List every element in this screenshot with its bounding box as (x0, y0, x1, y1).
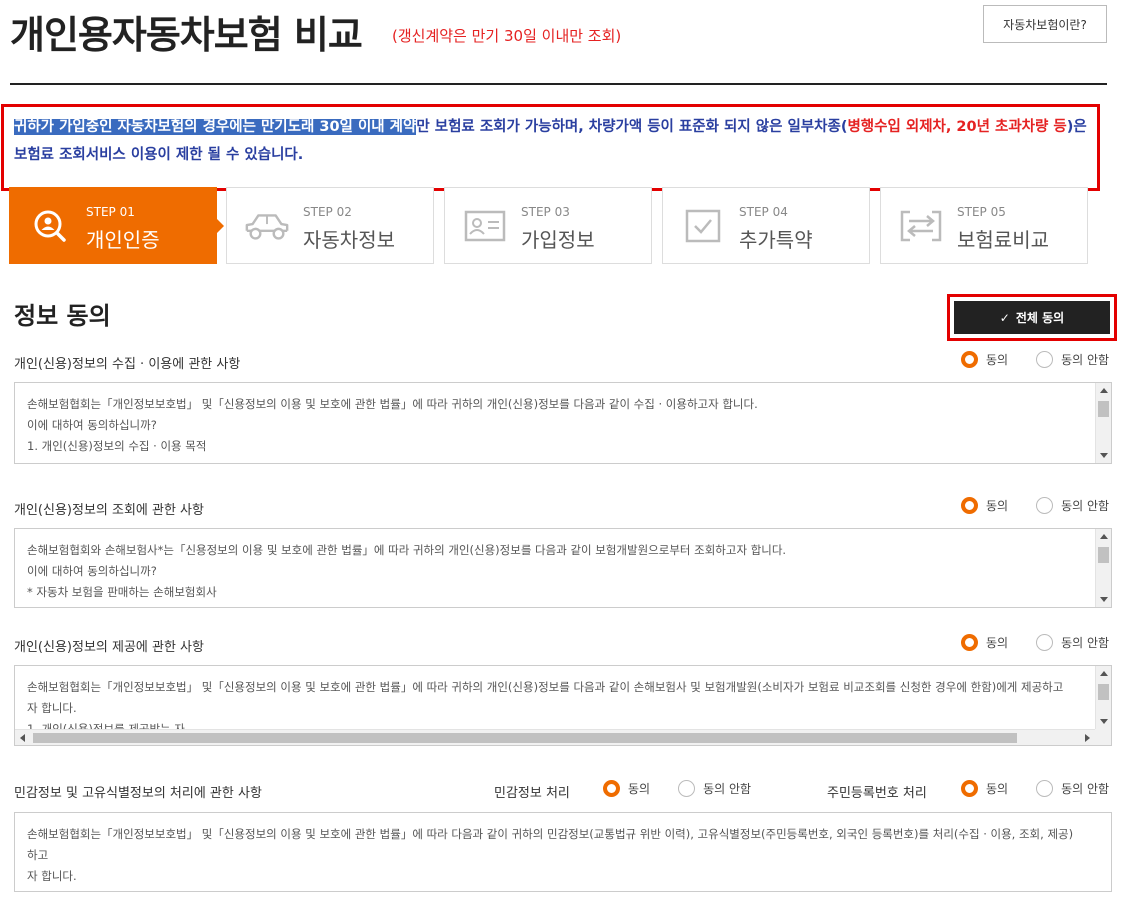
vertical-scrollbar[interactable] (1095, 383, 1111, 463)
consent-label: 민감정보 및 고유식별정보의 처리에 관한 사항 (14, 786, 262, 801)
agree-all-button[interactable]: ✓ 전체 동의 (954, 301, 1110, 334)
step-number: STEP 05 (957, 205, 1006, 219)
radio-dot (961, 351, 978, 368)
checkbox-icon (679, 205, 727, 247)
consent-text-line: 이에 대하여 동의하십니까? (27, 564, 157, 578)
consent-radio-group: 동의 동의 안함 (961, 351, 1109, 368)
agree-radio[interactable]: 동의 (961, 351, 1008, 368)
radio-label: 동의 (986, 353, 1009, 367)
radio-label: 동의 안함 (703, 782, 752, 796)
radio-label: 동의 (628, 782, 651, 796)
consent-text-line: 1. 개인(신용)정보의 수집 · 이용 목적 (27, 439, 207, 453)
consent-text-line: 손해보험협회는「개인정보보호법」 및「신용정보의 이용 및 보호에 관한 법률」… (27, 397, 758, 411)
step-4[interactable]: STEP 04 추가특약 (662, 187, 870, 264)
step-3[interactable]: STEP 03 가입정보 (444, 187, 652, 264)
scroll-corner (1095, 729, 1111, 745)
agree-radio[interactable]: 동의 (961, 634, 1008, 651)
step-name: 보험료비교 (957, 228, 1049, 252)
car-icon (243, 205, 291, 247)
step-number: STEP 04 (739, 205, 788, 219)
radio-label: 동의 (986, 636, 1009, 650)
sensitive-agree-radio[interactable]: 동의 (603, 780, 650, 797)
step-name: 가입정보 (521, 228, 595, 252)
step-name: 자동차정보 (303, 228, 395, 252)
page-title: 개인용자동차보험 비교 (10, 13, 363, 57)
notice-text-1: 만 보험료 조회가 가능하며, 차량가액 등이 표준화 되지 않은 일부차종( (416, 119, 848, 135)
step-name: 개인인증 (86, 228, 160, 252)
rrn-radio-group: 동의 동의 안함 (961, 780, 1109, 797)
radio-dot (1036, 497, 1054, 514)
consent-text-line: 손해보험협회와 손해보험사*는「신용정보의 이용 및 보호에 관한 법률」에 따… (27, 543, 787, 557)
vertical-scrollbar[interactable] (1095, 529, 1111, 607)
radio-label: 동의 안함 (1061, 636, 1110, 650)
radio-dot (961, 780, 978, 797)
section-title: 정보 동의 (14, 302, 111, 330)
id-card-icon (461, 205, 509, 247)
step-number: STEP 02 (303, 205, 352, 219)
consent-text-line: 자 합니다. (27, 701, 77, 715)
step-number: STEP 03 (521, 205, 570, 219)
radio-dot (603, 780, 620, 797)
agree-all-label: 전체 동의 (1015, 311, 1065, 325)
page-subtitle: (갱신계약은 만기 30일 이내만 조회) (392, 27, 622, 45)
disagree-radio[interactable]: 동의 안함 (1036, 351, 1109, 368)
radio-dot (961, 634, 978, 651)
agree-radio[interactable]: 동의 (961, 497, 1008, 514)
vertical-scrollbar[interactable] (1095, 666, 1111, 729)
radio-dot (1036, 634, 1054, 651)
horizontal-scrollbar[interactable] (15, 729, 1095, 745)
sensitive-disagree-radio[interactable]: 동의 안함 (678, 780, 751, 797)
step-progress: STEP 01 개인인증 STEP 02 자동차정보 STEP 03 가입정보 … (9, 187, 1089, 264)
step-2[interactable]: STEP 02 자동차정보 (226, 187, 434, 264)
notice-red-text: 병행수입 외제차, 20년 초과차량 등 (847, 119, 1067, 135)
page-header: 개인용자동차보험 비교 (갱신계약은 만기 30일 이내만 조회) 자동차보험이… (10, 0, 1107, 85)
consent-label: 개인(신용)정보의 제공에 관한 사항 (14, 640, 204, 655)
radio-dot (678, 780, 696, 797)
notice-box: 귀하가 가입중인 자동차보험의 경우에는 만기도래 30일 이내 계약만 보험료… (1, 104, 1100, 191)
consent-radio-group: 동의 동의 안함 (961, 497, 1109, 514)
what-is-car-insurance-button[interactable]: 자동차보험이란? (983, 5, 1107, 43)
consent-radio-group: 동의 동의 안함 (961, 634, 1109, 651)
radio-label: 동의 안함 (1061, 782, 1110, 796)
consent-textbox[interactable]: 손해보험협회는「개인정보보호법」 및「신용정보의 이용 및 보호에 관한 법률」… (14, 665, 1112, 746)
check-icon: ✓ (999, 310, 1010, 325)
step-5[interactable]: STEP 05 보험료비교 (880, 187, 1088, 264)
radio-label: 동의 안함 (1061, 353, 1110, 367)
consent-text-line: 이에 대하여 동의하십니까? (27, 418, 157, 432)
consent-textbox[interactable]: 손해보험협회와 손해보험사*는「신용정보의 이용 및 보호에 관한 법률」에 따… (14, 528, 1112, 608)
consent-textbox[interactable]: 손해보험협회는「개인정보보호법」 및「신용정보의 이용 및 보호에 관한 법률」… (14, 812, 1112, 892)
radio-dot (961, 497, 978, 514)
consent-text-line: 손해보험협회는「개인정보보호법」 및「신용정보의 이용 및 보호에 관한 법률」… (27, 680, 1064, 694)
radio-label: 동의 안함 (1061, 499, 1110, 513)
consent-text-line: * 자동차 보험을 판매하는 손해보험회사 (27, 585, 217, 599)
agree-all-highlight: ✓ 전체 동의 (947, 294, 1117, 341)
sensitive-info-label: 민감정보 처리 (494, 786, 570, 801)
step-number: STEP 01 (86, 205, 135, 219)
consent-label: 개인(신용)정보의 조회에 관한 사항 (14, 503, 204, 518)
radio-dot (1036, 351, 1054, 368)
disagree-radio[interactable]: 동의 안함 (1036, 634, 1109, 651)
radio-label: 동의 (986, 499, 1009, 513)
disagree-radio[interactable]: 동의 안함 (1036, 497, 1109, 514)
rrn-disagree-radio[interactable]: 동의 안함 (1036, 780, 1109, 797)
rrn-label: 주민등록번호 처리 (827, 786, 927, 801)
rrn-agree-radio[interactable]: 동의 (961, 780, 1008, 797)
notice-highlight: 귀하가 가입중인 자동차보험의 경우에는 만기도래 30일 이내 계약 (14, 119, 417, 135)
person-search-icon (26, 205, 74, 247)
consent-text-line: 손해보험협회는「개인정보보호법」 및「신용정보의 이용 및 보호에 관한 법률」… (27, 827, 1074, 862)
compare-arrows-icon (897, 205, 945, 247)
radio-label: 동의 (986, 782, 1009, 796)
consent-text-line: 자 합니다. (27, 869, 77, 883)
consent-textbox[interactable]: 손해보험협회는「개인정보보호법」 및「신용정보의 이용 및 보호에 관한 법률」… (14, 382, 1112, 464)
step-name: 추가특약 (739, 228, 813, 252)
step-1[interactable]: STEP 01 개인인증 (9, 187, 224, 264)
consent-label: 개인(신용)정보의 수집 · 이용에 관한 사항 (14, 357, 241, 372)
sensitive-radio-group: 동의 동의 안함 (603, 780, 751, 797)
radio-dot (1036, 780, 1054, 797)
